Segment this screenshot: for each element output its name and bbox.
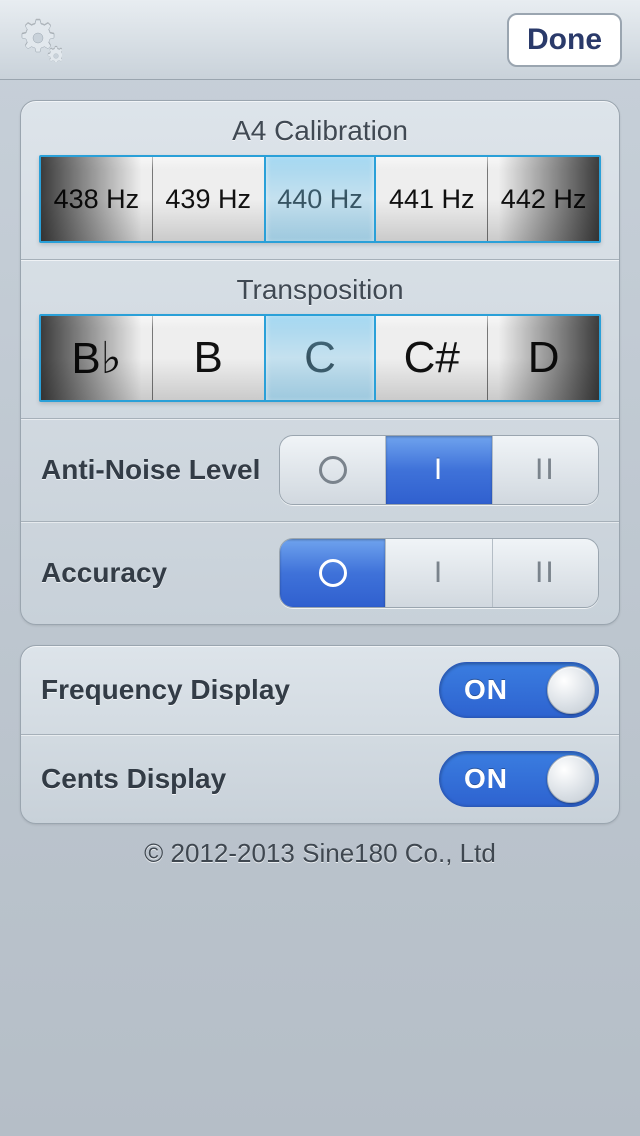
transposition-option[interactable]: C#	[376, 316, 488, 400]
calibration-title: A4 Calibration	[21, 101, 619, 155]
accuracy-seg-1[interactable]: I	[386, 539, 492, 607]
copyright-footer: © 2012-2013 Sine180 Co., Ltd	[0, 824, 640, 869]
anti-noise-row: Anti-Noise Level I II	[21, 418, 619, 521]
frequency-display-row: Frequency Display ON	[21, 646, 619, 734]
circle-icon	[319, 559, 347, 587]
anti-noise-segmented[interactable]: I II	[279, 435, 599, 505]
header-bar: Done	[0, 0, 640, 80]
cents-display-toggle[interactable]: ON	[439, 751, 599, 807]
accuracy-seg-2[interactable]: II	[493, 539, 598, 607]
transposition-picker[interactable]: B♭ B C C# D	[39, 314, 601, 402]
settings-panel-1: A4 Calibration 438 Hz 439 Hz 440 Hz 441 …	[20, 100, 620, 625]
toggle-knob	[547, 666, 595, 714]
accuracy-label: Accuracy	[41, 557, 279, 589]
accuracy-row: Accuracy I II	[21, 521, 619, 624]
done-button[interactable]: Done	[507, 13, 622, 67]
circle-icon	[319, 456, 347, 484]
calibration-section: A4 Calibration 438 Hz 439 Hz 440 Hz 441 …	[21, 101, 619, 259]
calibration-option[interactable]: 442 Hz	[488, 157, 599, 241]
calibration-option[interactable]: 440 Hz	[265, 157, 377, 241]
anti-noise-label: Anti-Noise Level	[41, 454, 279, 486]
cents-display-row: Cents Display ON	[21, 734, 619, 823]
settings-gear-icon[interactable]	[18, 18, 62, 62]
toggle-on-label: ON	[464, 674, 508, 706]
transposition-title: Transposition	[21, 260, 619, 314]
transposition-option[interactable]: D	[488, 316, 599, 400]
calibration-option[interactable]: 441 Hz	[376, 157, 488, 241]
toggle-on-label: ON	[464, 763, 508, 795]
frequency-display-toggle[interactable]: ON	[439, 662, 599, 718]
settings-panel-2: Frequency Display ON Cents Display ON	[20, 645, 620, 824]
calibration-picker[interactable]: 438 Hz 439 Hz 440 Hz 441 Hz 442 Hz	[39, 155, 601, 243]
anti-noise-seg-1[interactable]: I	[386, 436, 492, 504]
accuracy-segmented[interactable]: I II	[279, 538, 599, 608]
anti-noise-seg-2[interactable]: II	[493, 436, 598, 504]
transposition-option[interactable]: C	[265, 316, 377, 400]
calibration-option[interactable]: 438 Hz	[41, 157, 153, 241]
anti-noise-seg-0[interactable]	[280, 436, 386, 504]
transposition-option[interactable]: B♭	[41, 316, 153, 400]
toggle-knob	[547, 755, 595, 803]
calibration-option[interactable]: 439 Hz	[153, 157, 265, 241]
cents-display-label: Cents Display	[41, 763, 439, 795]
transposition-option[interactable]: B	[153, 316, 265, 400]
transposition-section: Transposition B♭ B C C# D	[21, 260, 619, 418]
frequency-display-label: Frequency Display	[41, 674, 439, 706]
accuracy-seg-0[interactable]	[280, 539, 386, 607]
